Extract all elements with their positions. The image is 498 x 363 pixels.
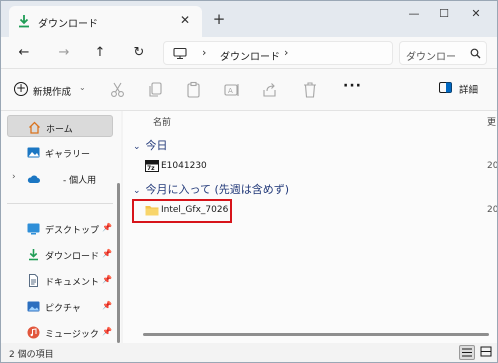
maximize-button[interactable]: ☐ — [429, 3, 459, 27]
sidebar-divider — [7, 203, 113, 204]
chevron-down-icon: ⌄ — [133, 186, 141, 196]
svg-text:A: A — [228, 87, 233, 95]
forward-button[interactable]: → — [53, 43, 75, 63]
download-icon — [29, 249, 38, 261]
navigation-bar: ← → ↑ ↻ › ダウンロード › ダウンロー — [1, 37, 497, 69]
archive-file-icon: 7z — [145, 160, 159, 172]
group-header-this-month[interactable]: ⌄ 今月に入って (先週は含めず) — [133, 181, 289, 197]
paste-icon[interactable] — [185, 81, 203, 99]
svg-text:7z: 7z — [147, 165, 155, 172]
search-box[interactable]: ダウンロー — [399, 41, 487, 65]
sidebar-item-desktop[interactable]: デスクトップ 📌 — [7, 217, 113, 239]
group-header-today[interactable]: ⌄ 今日 — [133, 137, 168, 153]
sidebar-label: ピクチャ — [45, 304, 81, 314]
sidebar-scrollbar[interactable] — [117, 183, 120, 343]
file-date: 20 — [487, 161, 498, 171]
sidebar-label: ギャラリー — [45, 150, 91, 160]
list-view-icon — [462, 348, 472, 357]
sidebar-label: ホーム — [46, 125, 73, 135]
highlight-box — [132, 199, 232, 223]
back-button[interactable]: ← — [13, 43, 35, 63]
chevron-down-icon: ⌄ — [79, 83, 86, 92]
sidebar-item-documents[interactable]: ドキュメント 📌 — [7, 269, 113, 291]
home-icon — [29, 121, 40, 134]
content-scrollbar[interactable] — [143, 333, 489, 336]
sidebar-item-pictures[interactable]: ピクチャ 📌 — [7, 295, 113, 317]
new-button[interactable]: + 新規作成 ⌄ — [11, 79, 87, 101]
address-bar[interactable]: › ダウンロード › — [163, 41, 393, 65]
new-tab-button[interactable]: + — [210, 10, 228, 28]
pictures-icon — [27, 301, 40, 312]
sidebar-label: ドキュメント — [45, 278, 100, 288]
tiles-view-icon — [480, 346, 492, 357]
more-options-button[interactable]: ··· — [343, 78, 362, 94]
document-icon — [29, 274, 38, 287]
tab-close-icon[interactable]: ✕ — [177, 12, 193, 28]
plus-icon: + — [14, 81, 28, 96]
column-header-date[interactable]: 更 — [487, 115, 496, 128]
sidebar-label: デスクトップ — [45, 226, 100, 236]
pin-icon: 📌 — [102, 327, 112, 336]
sidebar-item-gallery[interactable]: ギャラリー — [7, 141, 113, 163]
download-icon — [19, 15, 29, 28]
new-button-label: 新規作成 — [33, 87, 72, 98]
file-explorer-window: ダウンロード ✕ + — ☐ ✕ ← → ↑ ↻ › ダウンロード › ダウンロ… — [0, 0, 498, 363]
breadcrumb-separator[interactable]: › — [202, 46, 206, 59]
copy-icon[interactable] — [147, 81, 165, 99]
tab-title: ダウンロード — [38, 19, 98, 30]
details-pane-icon — [439, 82, 452, 93]
tab-downloads[interactable]: ダウンロード ✕ — [9, 6, 202, 37]
breadcrumb-separator[interactable]: › — [284, 46, 288, 59]
sidebar-label: ミュージック — [45, 330, 99, 340]
expand-icon[interactable]: › — [12, 172, 16, 182]
refresh-button[interactable]: ↻ — [128, 43, 150, 63]
file-name: E1041230 — [161, 161, 207, 171]
group-label: 今月に入って (先週は含めず) — [145, 183, 290, 196]
sidebar-item-downloads[interactable]: ダウンロード 📌 — [7, 243, 113, 265]
details-label: 詳細 — [459, 85, 479, 96]
cloud-icon — [27, 175, 40, 183]
pin-icon: 📌 — [102, 275, 112, 284]
sidebar-item-home[interactable]: ホーム — [7, 115, 113, 137]
group-label: 今日 — [145, 139, 168, 152]
status-bar: 2 個の項目 — [1, 343, 497, 362]
share-icon[interactable] — [261, 81, 279, 99]
gallery-icon — [27, 147, 40, 158]
up-button[interactable]: ↑ — [89, 43, 111, 63]
sidebar-item-music[interactable]: ミュージック 📌 — [7, 321, 113, 343]
search-placeholder: ダウンロー — [406, 52, 456, 63]
search-icon — [470, 48, 481, 59]
rename-icon[interactable]: A — [223, 81, 241, 99]
sidebar-label: ダウンロード — [45, 252, 100, 262]
file-list: 名前 更 ⌄ 今日 7z E1041230 20 ⌄ 今月に入って (先週は含めず)… — [123, 111, 497, 343]
pin-icon: 📌 — [102, 223, 112, 232]
chevron-down-icon: ⌄ — [133, 142, 141, 152]
pin-icon: 📌 — [102, 301, 112, 310]
desktop-icon — [27, 223, 40, 235]
cut-icon[interactable] — [109, 81, 127, 99]
pin-icon: 📌 — [102, 249, 112, 258]
sidebar-item-onedrive[interactable]: › - 個人用 — [7, 167, 113, 189]
item-count: 2 個の項目 — [9, 350, 54, 360]
navigation-pane: ホーム ギャラリー › - 個人用 デスクトップ 📌 ダウンロード 📌 ドキュメ… — [1, 111, 121, 343]
column-header-name[interactable]: 名前 — [153, 115, 171, 128]
breadcrumb-downloads[interactable]: ダウンロード — [220, 48, 280, 63]
details-view-button[interactable] — [459, 345, 475, 360]
computer-icon — [173, 48, 187, 59]
command-bar: + 新規作成 ⌄ A ··· 詳細 — [1, 69, 497, 111]
file-date: 20 — [487, 205, 498, 215]
sidebar-label: - 個人用 — [63, 176, 97, 186]
file-row-archive[interactable]: 7z E1041230 — [145, 158, 445, 176]
minimize-button[interactable]: — — [399, 3, 429, 27]
title-bar: ダウンロード ✕ + — ☐ ✕ — [1, 1, 497, 37]
close-window-button[interactable]: ✕ — [461, 3, 491, 27]
music-icon — [27, 326, 40, 339]
delete-icon[interactable] — [301, 81, 319, 99]
tiles-view-button[interactable] — [479, 345, 495, 360]
